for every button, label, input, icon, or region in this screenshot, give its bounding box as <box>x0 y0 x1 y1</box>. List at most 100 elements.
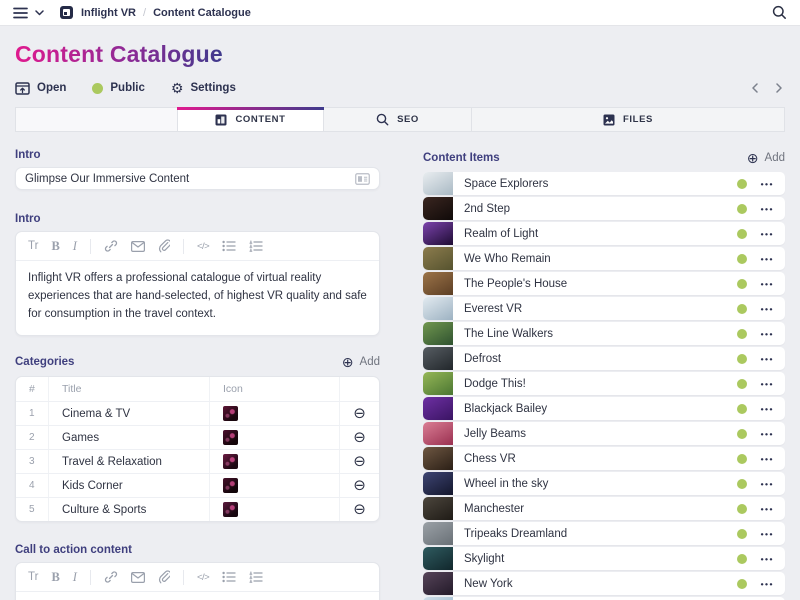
cta-editor-body[interactable]: ### Do you create awesome VR content? # … <box>16 592 379 600</box>
add-category-button[interactable]: ⊕ Add <box>342 355 380 369</box>
item-menu-button[interactable]: ••• <box>761 179 785 189</box>
prev-page-button[interactable] <box>751 83 759 93</box>
content-item-thumbnail <box>423 397 453 420</box>
category-title: Games <box>49 426 209 449</box>
content-item-row[interactable]: Dodge This! ••• <box>423 372 785 395</box>
item-menu-button[interactable]: ••• <box>761 329 785 339</box>
item-menu-button[interactable]: ••• <box>761 479 785 489</box>
tab-content[interactable]: CONTENT <box>178 108 324 131</box>
content-item-title: Skylight <box>453 553 737 565</box>
mail-icon[interactable] <box>131 241 145 252</box>
item-menu-button[interactable]: ••• <box>761 529 785 539</box>
attachment-icon[interactable] <box>158 239 170 253</box>
status-dot <box>737 554 747 564</box>
text-style-button[interactable]: Tr <box>28 571 38 583</box>
intro-input[interactable] <box>25 173 347 185</box>
content-item-row[interactable]: Defrost ••• <box>423 347 785 370</box>
item-menu-button[interactable]: ••• <box>761 204 785 214</box>
content-item-row[interactable]: New York ••• <box>423 572 785 595</box>
bullet-list-icon[interactable] <box>222 571 236 583</box>
category-title: Cinema & TV <box>49 402 209 425</box>
item-menu-button[interactable]: ••• <box>761 579 785 589</box>
item-menu-button[interactable]: ••• <box>761 379 785 389</box>
remove-category-button[interactable]: ⊖ <box>353 502 366 517</box>
status-dot <box>737 529 747 539</box>
category-number: 2 <box>16 426 49 449</box>
bullet-list-icon[interactable] <box>222 240 236 252</box>
content-item-row[interactable]: Space Explorers ••• <box>423 172 785 195</box>
attachment-icon[interactable] <box>158 570 170 584</box>
tab-seo[interactable]: SEO <box>324 108 472 131</box>
content-item-row[interactable]: Wheel in the sky ••• <box>423 472 785 495</box>
mail-icon[interactable] <box>131 572 145 583</box>
remove-category-button[interactable]: ⊖ <box>353 478 366 493</box>
remove-category-button[interactable]: ⊖ <box>353 430 366 445</box>
settings-button[interactable]: ⚙ Settings <box>171 81 236 95</box>
intro-editor-body[interactable]: Inflight VR offers a professional catalo… <box>16 261 379 335</box>
content-item-row[interactable]: The People's House ••• <box>423 272 785 295</box>
content-item-row[interactable]: Realm of Light ••• <box>423 222 785 245</box>
tab-content-label: CONTENT <box>235 114 285 125</box>
code-button[interactable]: </> <box>197 572 209 583</box>
remove-category-button[interactable]: ⊖ <box>353 406 366 421</box>
content-item-row[interactable]: We Who Remain ••• <box>423 247 785 270</box>
bold-button[interactable]: B <box>51 570 59 585</box>
item-menu-button[interactable]: ••• <box>761 504 785 514</box>
numbered-list-icon[interactable] <box>249 571 263 583</box>
content-item-row[interactable]: Manchester ••• <box>423 497 785 520</box>
categories-table: # Title Icon 1 Cinema & TV <box>15 376 380 522</box>
category-row: 4 Kids Corner ⊖ <box>16 473 379 497</box>
menu-icon[interactable] <box>13 7 28 19</box>
italic-button[interactable]: I <box>73 239 77 254</box>
tab-spacer <box>16 108 178 131</box>
bold-button[interactable]: B <box>51 239 59 254</box>
tab-files[interactable]: FILES <box>472 108 784 131</box>
item-menu-button[interactable]: ••• <box>761 354 785 364</box>
content-items-list: Space Explorers ••• 2nd Step ••• Realm <box>423 172 785 600</box>
italic-button[interactable]: I <box>73 570 77 585</box>
content-item-row[interactable]: Chess VR ••• <box>423 447 785 470</box>
add-content-item-button[interactable]: ⊕ Add <box>747 151 785 165</box>
next-page-button[interactable] <box>775 83 783 93</box>
text-style-button[interactable]: Tr <box>28 240 38 252</box>
item-menu-button[interactable]: ••• <box>761 454 785 464</box>
item-menu-button[interactable]: ••• <box>761 304 785 314</box>
item-menu-button[interactable]: ••• <box>761 554 785 564</box>
category-number: 5 <box>16 498 49 521</box>
content-item-thumbnail <box>423 422 453 445</box>
category-icon-thumbnail <box>223 430 238 445</box>
content-item-thumbnail <box>423 347 453 370</box>
link-icon[interactable] <box>104 239 118 253</box>
item-menu-button[interactable]: ••• <box>761 229 785 239</box>
content-item-row[interactable]: Everest VR ••• <box>423 297 785 320</box>
item-menu-button[interactable]: ••• <box>761 429 785 439</box>
remove-category-button[interactable]: ⊖ <box>353 454 366 469</box>
content-item-row[interactable]: The Line Walkers ••• <box>423 322 785 345</box>
content-item-row[interactable]: Tripeaks Dreamland ••• <box>423 522 785 545</box>
column-icon: Icon <box>209 377 339 401</box>
category-icon-cell <box>209 450 339 473</box>
item-menu-button[interactable]: ••• <box>761 279 785 289</box>
content-item-title: The People's House <box>453 278 737 290</box>
content-item-row[interactable]: Jelly Beams ••• <box>423 422 785 445</box>
item-menu-button[interactable]: ••• <box>761 404 785 414</box>
category-icon-cell <box>209 402 339 425</box>
content-item-row[interactable]: Blackjack Bailey ••• <box>423 397 785 420</box>
content-item-row[interactable]: 2nd Step ••• <box>423 197 785 220</box>
content-item-row[interactable]: Skylight ••• <box>423 547 785 570</box>
breadcrumb-page: Content Catalogue <box>153 7 251 19</box>
content-item-title: Manchester <box>453 503 737 515</box>
files-image-icon <box>603 114 615 126</box>
open-button[interactable]: Open <box>15 82 66 95</box>
search-icon[interactable] <box>772 5 787 20</box>
breadcrumb-app[interactable]: Inflight VR <box>81 7 136 19</box>
code-button[interactable]: </> <box>197 241 209 252</box>
item-menu-button[interactable]: ••• <box>761 254 785 264</box>
content-item-title: Dodge This! <box>453 378 737 390</box>
numbered-list-icon[interactable] <box>249 240 263 252</box>
chevron-down-icon[interactable] <box>35 10 44 16</box>
intro-editor: Tr B I </> Inflight VR offers a professi… <box>15 231 380 336</box>
public-label: Public <box>110 82 145 94</box>
status-dot <box>737 304 747 314</box>
link-icon[interactable] <box>104 570 118 584</box>
